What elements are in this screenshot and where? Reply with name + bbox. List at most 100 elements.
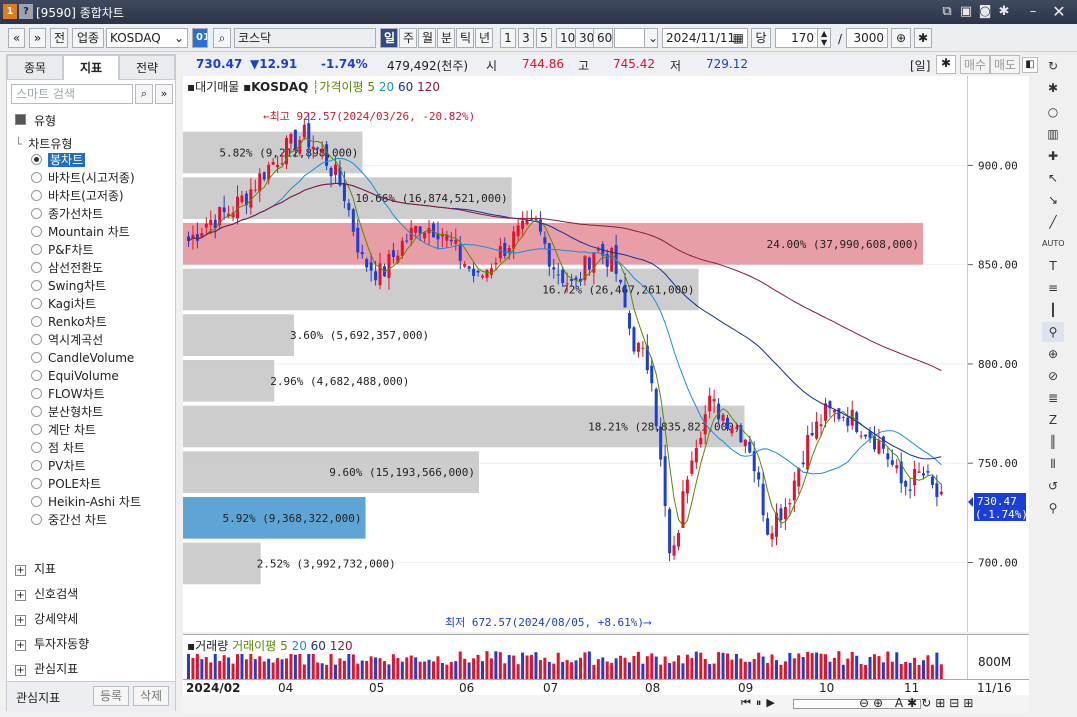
period-button[interactable]: 틱	[456, 28, 474, 48]
chart-type-item[interactable]: 점 차트	[31, 440, 85, 457]
cursor-icon[interactable]: ↘	[1042, 190, 1064, 210]
search-icon[interactable]: ⚲	[1042, 498, 1064, 518]
radio-button[interactable]	[31, 280, 42, 291]
radio-button[interactable]	[31, 514, 42, 525]
vertical-lines-icon[interactable]: ║	[1042, 432, 1064, 452]
minute-button[interactable]: 5	[536, 28, 552, 48]
radio-button[interactable]	[31, 478, 42, 489]
radio-button[interactable]	[31, 154, 42, 165]
interval-chevron-icon[interactable]: ⌄	[644, 28, 658, 48]
smart-search-input[interactable]: 스마트 검색	[11, 84, 133, 104]
radio-button[interactable]	[31, 298, 42, 309]
chart-type-item[interactable]: PV차트	[31, 458, 86, 475]
camera-icon[interactable]: ◙	[976, 3, 994, 21]
chart-type-item[interactable]: 중간선 차트	[31, 512, 107, 529]
pointer-icon[interactable]: ↖	[1042, 168, 1064, 188]
chart-type-item[interactable]: CandleVolume	[31, 350, 134, 367]
section-4[interactable]: + 관심지표	[15, 660, 78, 677]
minute-button[interactable]: 1	[500, 28, 516, 48]
section-1[interactable]: + 신호검색	[15, 585, 78, 602]
radio-button[interactable]	[31, 316, 42, 327]
chart-type-item[interactable]: Swing차트	[31, 278, 106, 295]
calendar-icon[interactable]: ▦	[733, 29, 744, 47]
chart-type-item[interactable]: 봉차트	[31, 152, 86, 169]
period-button[interactable]: 분	[437, 28, 455, 48]
chart-type-item[interactable]: Kagi차트	[31, 296, 96, 313]
radio-button[interactable]	[31, 334, 42, 345]
sell-button[interactable]: 매도	[990, 55, 1020, 74]
window-link-icon[interactable]: ⧉	[938, 3, 956, 21]
delete-button[interactable]: 삭제	[133, 686, 169, 706]
minimize-icon[interactable]: –	[1024, 3, 1042, 21]
expand-icon[interactable]: »	[155, 84, 173, 104]
zoom-controls-icon[interactable]: ⊖⊕ A✱↻⊞⊟⊞	[859, 696, 977, 710]
text-icon[interactable]: T	[1042, 256, 1064, 276]
type-section[interactable]: 유형	[15, 112, 56, 129]
search-icon[interactable]: ⌕	[213, 28, 231, 48]
close-icon[interactable]: ✕	[1050, 3, 1068, 21]
radio-button[interactable]	[31, 226, 42, 237]
minute-button[interactable]: 3	[518, 28, 534, 48]
fibonacci-icon[interactable]: ≣	[1042, 388, 1064, 408]
radio-button[interactable]	[31, 370, 42, 381]
chart-settings-icon[interactable]: ✱	[936, 55, 956, 74]
period-button[interactable]: 일	[380, 28, 398, 48]
search-icon[interactable]: ⌕	[135, 84, 153, 104]
market-type-button[interactable]: 업종	[72, 28, 104, 48]
chart-type-item[interactable]: POLE차트	[31, 476, 101, 493]
window-save-icon[interactable]: ▣	[957, 3, 975, 21]
chart-type-group[interactable]: └ 차트유형	[15, 135, 72, 152]
toolbar-settings-icon[interactable]: ✱	[914, 28, 932, 48]
period-button[interactable]: 년	[475, 28, 493, 48]
magnify-icon[interactable]: ⚲	[1042, 322, 1064, 342]
auto-icon[interactable]: AUTO	[1042, 234, 1065, 254]
radio-button[interactable]	[31, 442, 42, 453]
total-input[interactable]: 3000	[846, 28, 888, 48]
help-icon[interactable]: ?	[19, 4, 33, 19]
date-input[interactable]: 2024/11/11 ▦	[662, 28, 748, 48]
section-3[interactable]: + 투자자동향	[15, 635, 89, 652]
zoom-in-icon[interactable]: ⊕	[1042, 344, 1064, 364]
panel-toggle-icon[interactable]: ◧	[1022, 57, 1038, 73]
radio-button[interactable]	[31, 352, 42, 363]
crosshair-icon[interactable]: ✚	[1042, 146, 1064, 166]
grid-lines-icon[interactable]: ⦀	[1042, 454, 1064, 474]
bar-chart-icon[interactable]: ▥	[1042, 124, 1064, 144]
period-button[interactable]: 월	[418, 28, 436, 48]
buy-button[interactable]: 매수	[960, 55, 990, 74]
chart-type-item[interactable]: 종가선차트	[31, 206, 103, 223]
chart-type-item[interactable]: 삼선전환도	[31, 260, 103, 277]
zigzag-icon[interactable]: Z	[1042, 410, 1064, 430]
prev-button[interactable]: «	[8, 28, 25, 48]
candle-icon[interactable]: ┃	[1042, 300, 1064, 320]
section-2[interactable]: + 강세약세	[15, 610, 78, 627]
period-button[interactable]: 주	[399, 28, 417, 48]
chart-type-item[interactable]: 바차트(고저종)	[31, 188, 124, 205]
minute-button[interactable]: 60	[593, 28, 613, 48]
tab-indicators[interactable]: 지표	[63, 55, 119, 80]
chart-type-item[interactable]: Mountain 차트	[31, 224, 130, 241]
zoom-out-icon[interactable]: ⊘	[1042, 366, 1064, 386]
history-button[interactable]: »	[29, 28, 46, 48]
radio-button[interactable]	[31, 244, 42, 255]
chart-type-item[interactable]: FLOW차트	[31, 386, 105, 403]
trendline-icon[interactable]: ╱	[1042, 212, 1064, 232]
index-code-select[interactable]: KOSDAQ ⌄	[106, 28, 188, 48]
minute-button[interactable]: 10	[556, 28, 576, 48]
radio-button[interactable]	[31, 172, 42, 183]
refresh-icon[interactable]: ↻	[1042, 56, 1064, 76]
chart-type-item[interactable]: Renko차트	[31, 314, 107, 331]
tab-stocks[interactable]: 종목	[7, 55, 63, 80]
register-button[interactable]: 등록	[93, 686, 129, 706]
minute-button[interactable]: 30	[575, 28, 595, 48]
chart-type-item[interactable]: 역시계곡선	[31, 332, 103, 349]
gear-icon[interactable]: ✱	[1042, 78, 1064, 98]
zoom-icon[interactable]: ⊕	[891, 28, 911, 48]
circle-icon[interactable]: ○	[1042, 102, 1064, 122]
section-0[interactable]: + 지표	[15, 560, 56, 577]
all-button[interactable]: 전	[50, 28, 68, 48]
radio-button[interactable]	[31, 496, 42, 507]
unit-button[interactable]: 당	[751, 28, 771, 48]
count-stepper[interactable]: ▲ ▼	[817, 28, 831, 48]
radio-button[interactable]	[31, 406, 42, 417]
